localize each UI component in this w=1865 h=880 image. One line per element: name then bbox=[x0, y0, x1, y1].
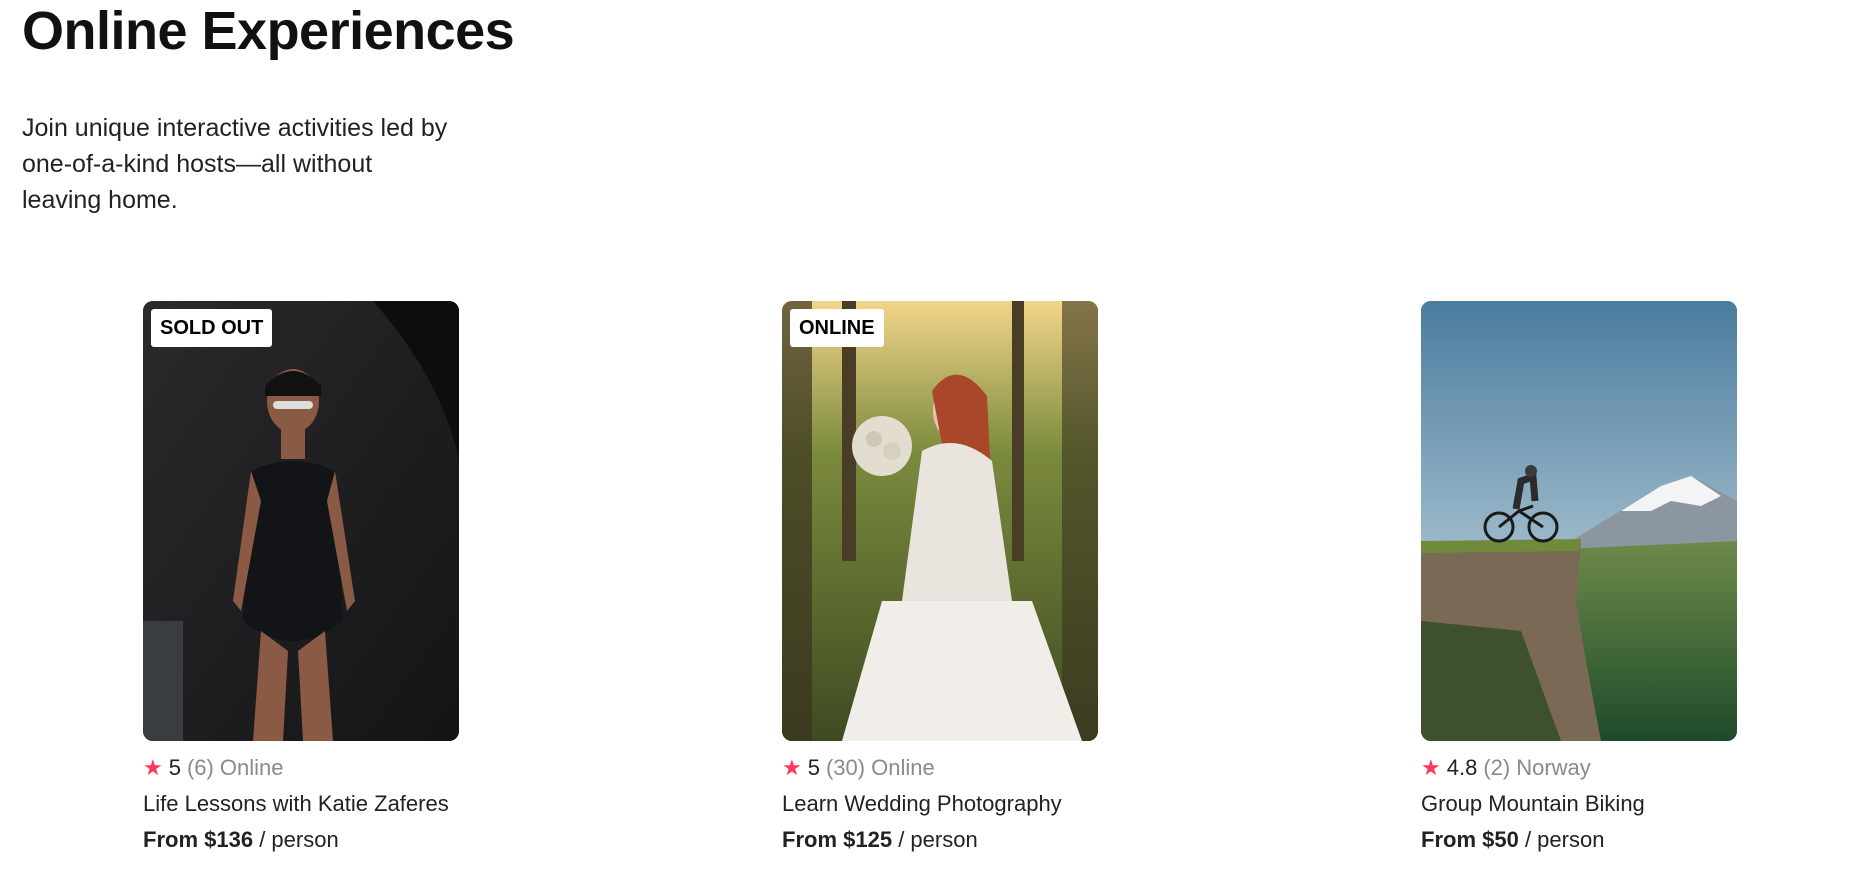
rating-value: 4.8 bbox=[1446, 755, 1478, 780]
rating-value: 5 bbox=[168, 755, 181, 780]
swimmer-photo bbox=[143, 301, 459, 741]
status-badge: ONLINE bbox=[790, 309, 884, 347]
experience-card-mountain-biking[interactable]: ★ 4.8 (2) Norway Group Mountain Biking F… bbox=[1421, 301, 1737, 853]
experiences-page: Online Experiences Join unique interacti… bbox=[0, 0, 1865, 880]
rating-value: 5 bbox=[807, 755, 820, 780]
price-amount: From $50 bbox=[1421, 827, 1519, 852]
price-unit: / person bbox=[259, 827, 339, 852]
experience-title[interactable]: Life Lessons with Katie Zaferes bbox=[143, 791, 459, 817]
star-icon: ★ bbox=[1421, 755, 1441, 780]
price-row: From $136 / person bbox=[143, 827, 459, 853]
star-icon: ★ bbox=[143, 755, 163, 780]
experience-image[interactable]: SOLD OUT bbox=[143, 301, 459, 741]
experience-title[interactable]: Learn Wedding Photography bbox=[782, 791, 1098, 817]
review-count: (6) bbox=[186, 755, 214, 780]
experience-card-katie-zaferes[interactable]: SOLD OUT ★ 5 (6) Online Life Lessons wit… bbox=[143, 301, 459, 853]
price-unit: / person bbox=[1524, 827, 1605, 852]
review-count: (30) bbox=[825, 755, 866, 780]
star-icon: ★ bbox=[782, 755, 802, 780]
location-label: Norway bbox=[1516, 755, 1591, 780]
experience-image[interactable] bbox=[1421, 301, 1737, 741]
mountain-biker-photo bbox=[1421, 301, 1737, 741]
rating-row: ★ 5 (6) Online bbox=[143, 755, 459, 781]
rating-row: ★ 5 (30) Online bbox=[782, 755, 1098, 781]
price-row: From $125 / person bbox=[782, 827, 1098, 853]
experience-card-wedding-photography[interactable]: ONLINE ★ 5 (30) Online Learn Wedding Pho… bbox=[782, 301, 1098, 853]
price-amount: From $125 bbox=[782, 827, 893, 852]
price-row: From $50 / person bbox=[1421, 827, 1737, 853]
experience-title[interactable]: Group Mountain Biking bbox=[1421, 791, 1737, 817]
page-subtitle: Join unique interactive activities led b… bbox=[22, 114, 448, 214]
experience-image[interactable]: ONLINE bbox=[782, 301, 1098, 741]
rating-row: ★ 4.8 (2) Norway bbox=[1421, 755, 1737, 781]
page-title: Online Experiences bbox=[22, 1, 515, 61]
status-badge: SOLD OUT bbox=[151, 309, 273, 347]
price-amount: From $136 bbox=[143, 827, 254, 852]
review-count: (2) bbox=[1483, 755, 1511, 780]
location-label: Online bbox=[871, 755, 935, 780]
price-unit: / person bbox=[898, 827, 978, 852]
bride-photo bbox=[782, 301, 1098, 741]
location-label: Online bbox=[219, 755, 284, 780]
